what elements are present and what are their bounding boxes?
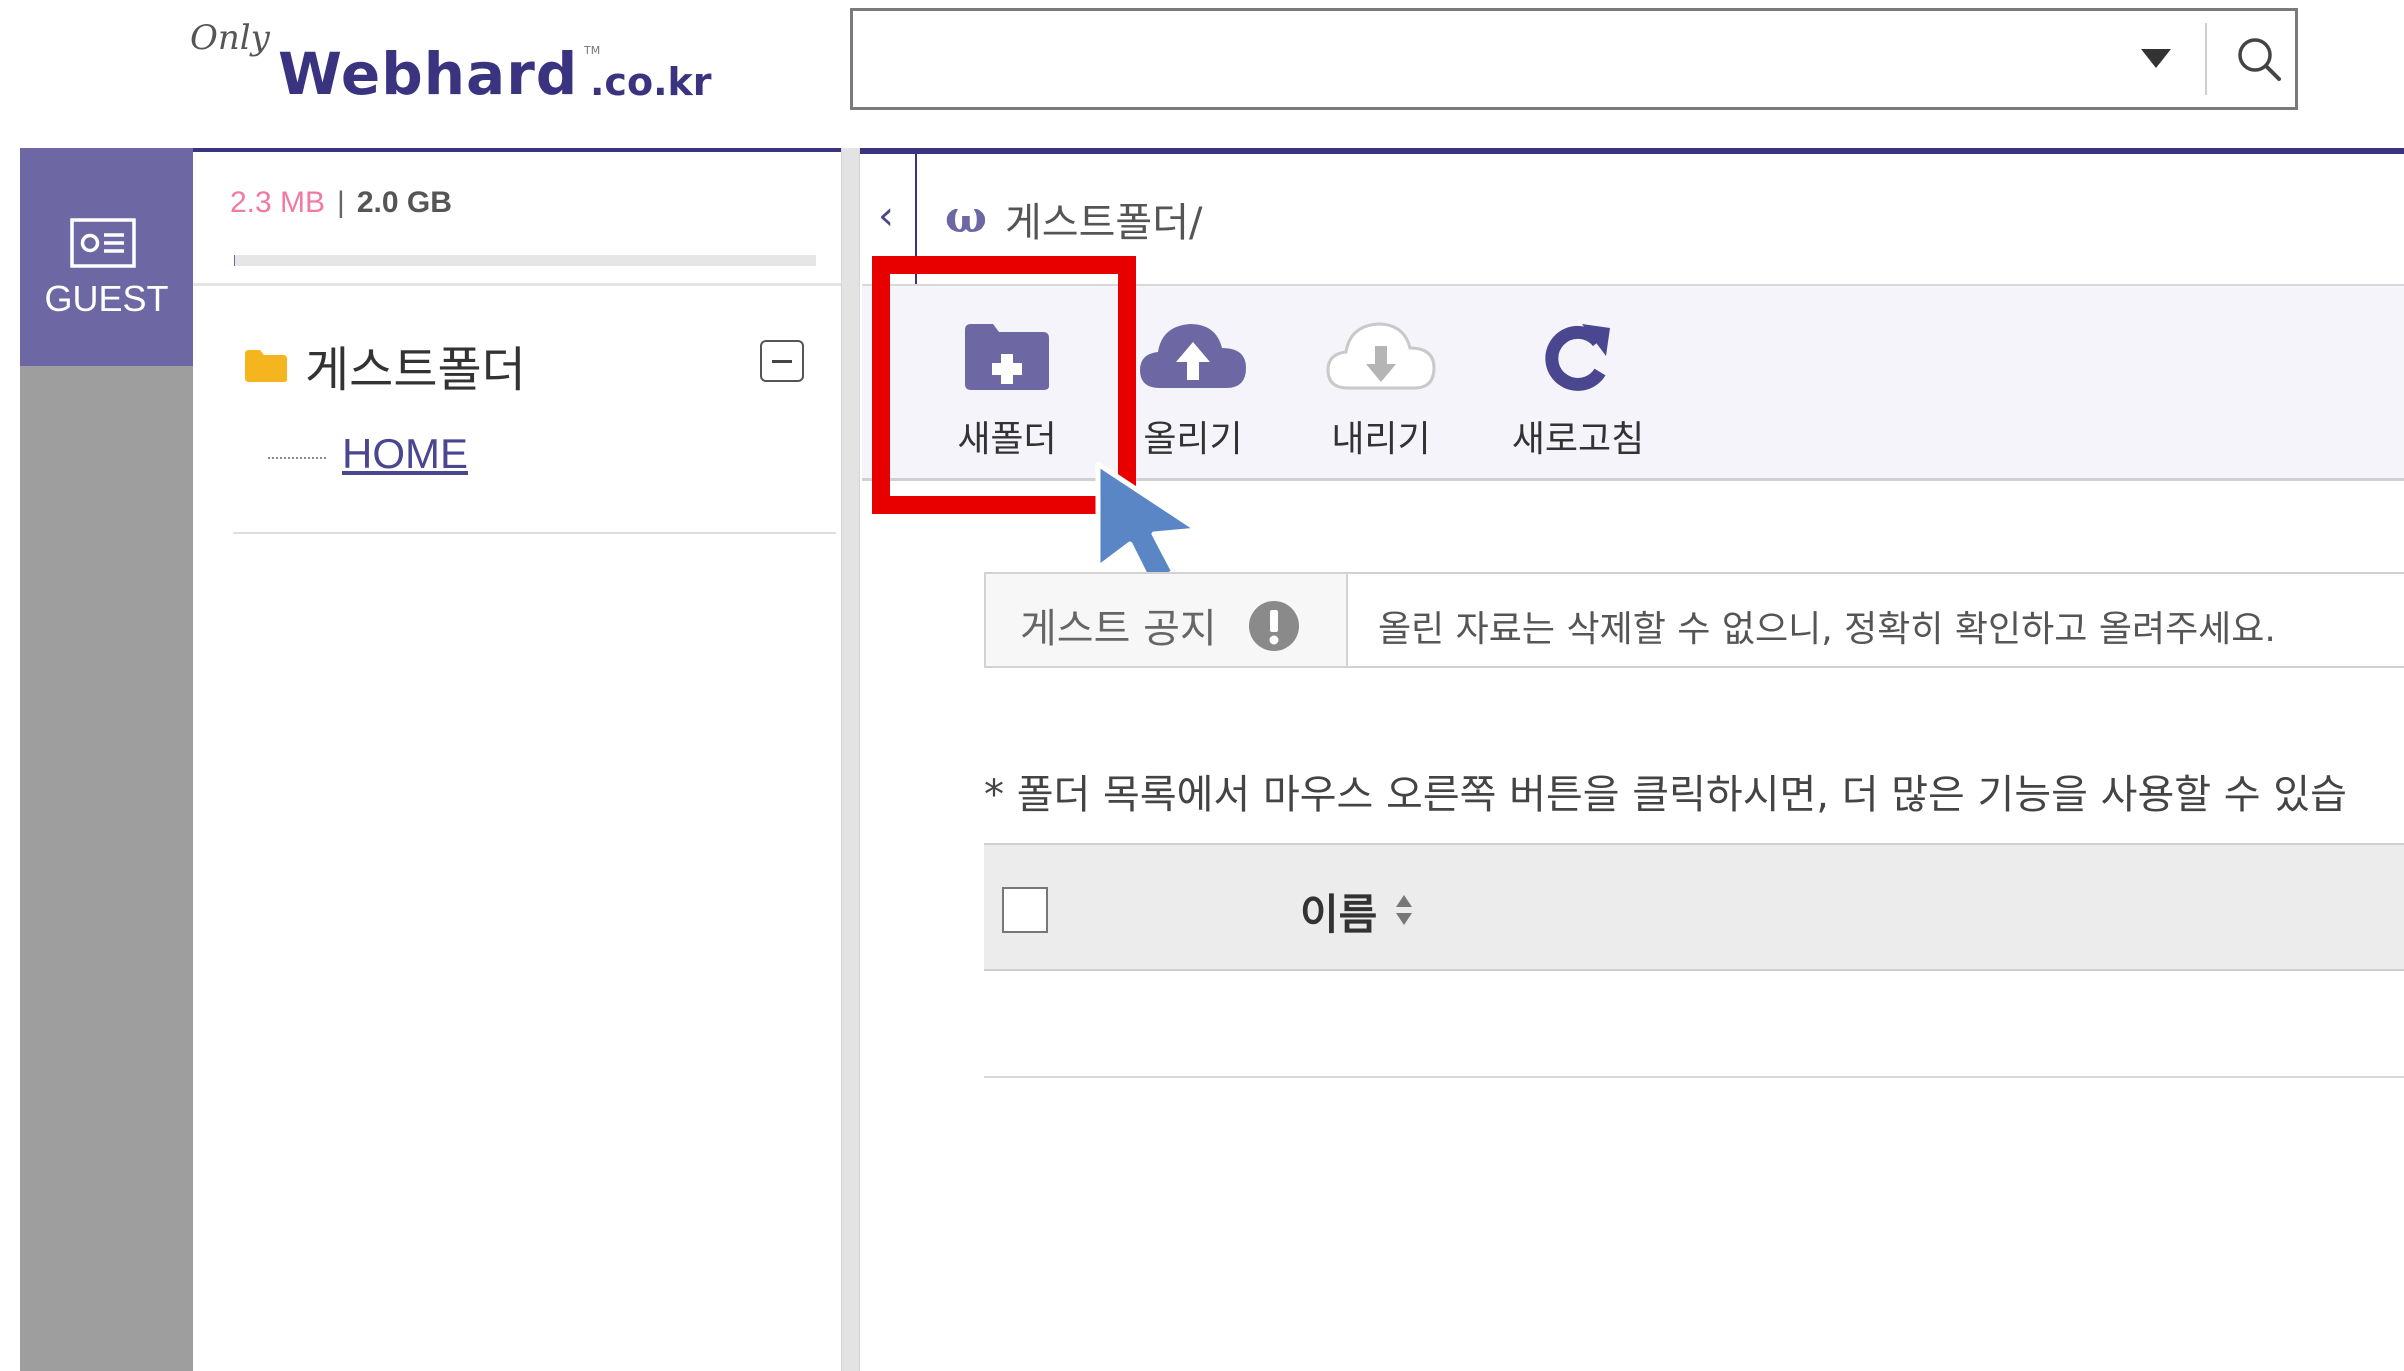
main-top-border [860,148,2404,154]
path-logo-icon: ω [945,192,987,243]
upload-cloud-icon [1140,324,1246,388]
path-divider [915,154,917,284]
collapse-tree-button[interactable] [760,340,804,382]
table-row-divider [984,1076,2404,1078]
storage-usage: 2.3 MB | 2.0 GB [230,186,452,220]
tree-divider [193,283,841,286]
select-all-checkbox[interactable] [1002,887,1048,933]
usage-bar-fill [234,255,235,266]
download-cloud-icon [1326,322,1436,390]
download-button[interactable]: 내리기 [1296,310,1466,470]
new-folder-button[interactable]: 새폴더 [922,310,1092,470]
panel-splitter[interactable] [841,148,860,1371]
tree-item-home[interactable]: HOME [342,430,468,478]
upload-label: 올리기 [1143,419,1243,460]
notice-label: 게스트 공지 [1020,606,1217,652]
guest-label: GUEST [44,278,169,319]
search-icon[interactable] [2231,31,2287,87]
id-card-icon [70,218,136,268]
column-header-name[interactable]: 이름 [1300,881,1377,942]
usage-separator: | [337,186,345,219]
upload-button[interactable]: 올리기 [1108,310,1278,470]
download-label: 내리기 [1331,419,1431,460]
logo-main-text: Webhard [278,40,579,108]
search-input[interactable] [863,21,2097,99]
exclamation-icon [1249,601,1299,651]
refresh-label: 새로고침 [1511,419,1645,460]
tree-top-border [193,148,841,152]
refresh-icon [1545,324,1610,391]
new-folder-label: 새폴더 [957,419,1057,460]
logo-tm-text: TM [584,44,601,57]
collapse-sidebar-icon[interactable]: ‹ [878,196,894,236]
breadcrumb: 게스트폴더/ [1005,200,1203,246]
dropdown-arrow-icon[interactable] [2141,49,2171,68]
search-box [850,8,2298,110]
tree-root-folder[interactable]: 게스트폴더 [305,330,526,400]
tree-divider [233,532,836,534]
new-folder-icon [965,324,1049,390]
file-table-header: 이름 [984,843,2404,971]
site-logo[interactable]: Only Webhard TM .co.kr [190,18,712,108]
folder-icon [245,350,287,382]
usage-bar-track [234,255,816,266]
refresh-button[interactable]: 새로고침 [1493,310,1663,470]
search-divider [2205,23,2207,95]
logo-only-text: Only [190,18,270,58]
sort-icon[interactable] [1394,893,1414,927]
context-menu-hint: * 폴더 목록에서 마우스 오른쪽 버튼을 클릭하시면, 더 많은 기능을 사용… [984,772,2347,818]
usage-used: 2.3 MB [230,186,326,219]
notice-text: 올린 자료는 삭제할 수 없으니, 정확히 확인하고 올려주세요. [1378,609,2276,650]
usage-total: 2.0 GB [356,186,452,219]
guest-notice: 게스트 공지 올린 자료는 삭제할 수 없으니, 정확히 확인하고 올려주세요. [984,572,2404,668]
logo-tld-text: .co.kr [590,60,712,104]
notice-label-cell: 게스트 공지 [986,574,1348,666]
toolbar-bottom-border [862,478,2404,481]
tree-connector [268,457,326,459]
